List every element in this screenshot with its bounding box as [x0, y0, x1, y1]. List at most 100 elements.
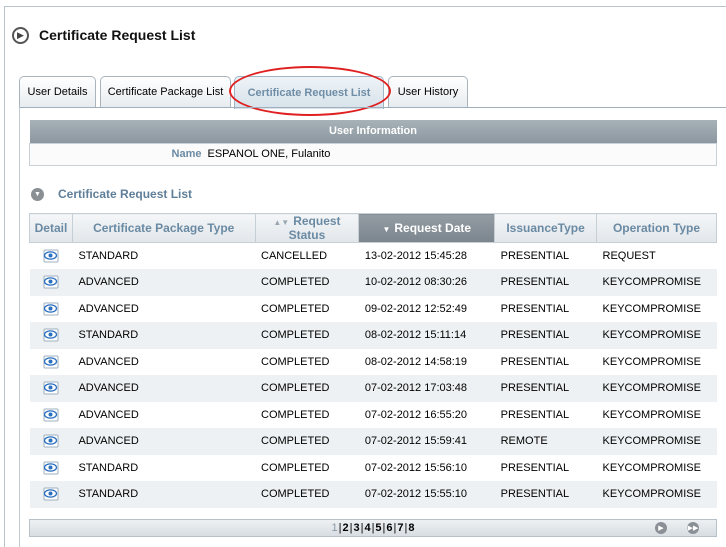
- detail-cell: [29, 322, 73, 349]
- operation-type-cell: KEYCOMPROMISE: [596, 481, 717, 508]
- eye-icon[interactable]: [43, 275, 59, 289]
- detail-cell: [30, 349, 73, 376]
- page-link-2[interactable]: 2: [341, 522, 349, 534]
- eye-icon[interactable]: [43, 381, 59, 395]
- column-request-date-label: Request Date: [394, 221, 472, 235]
- issuance-type-cell: PRESENTIAL: [500, 408, 570, 421]
- eye-icon[interactable]: [43, 408, 59, 422]
- request-date-cell: 10-02-2012 08:30:26: [358, 269, 495, 296]
- detail-cell: [30, 243, 73, 270]
- pagination-bar: 1|2|3|4|5|6|7|8 ▶ ▶▶: [29, 519, 717, 537]
- request-date-cell: 07-02-2012 15:55:10: [358, 481, 495, 508]
- detail-cell: [30, 455, 73, 482]
- tab-user-history[interactable]: User History: [388, 76, 468, 107]
- last-page-icon[interactable]: ▶▶: [687, 522, 699, 534]
- sort-desc-icon: ▼: [382, 225, 391, 234]
- issuance-type-cell: REMOTE: [494, 428, 597, 455]
- column-request-status[interactable]: ▲▼ Request Status: [254, 213, 360, 243]
- tab-certificate-request-list[interactable]: Certificate Request List: [234, 76, 384, 109]
- eye-icon[interactable]: [43, 355, 59, 369]
- page-links: 1|2|3|4|5|6|7|8: [30, 522, 716, 534]
- request-date-cell: 08-02-2012 15:11:14: [358, 322, 495, 349]
- request-status-cell: COMPLETED: [255, 269, 359, 296]
- request-date-cell: 07-02-2012 16:55:20: [364, 408, 468, 421]
- eye-icon[interactable]: [43, 461, 59, 475]
- page-link-4[interactable]: 4: [363, 522, 371, 534]
- detail-cell: [29, 481, 73, 508]
- circle-arrow-right-icon: ▶: [12, 26, 29, 44]
- table-row: ADVANCED COMPLETED 10-02-2012 08:30:26 PRES…: [29, 269, 717, 296]
- operation-type-cell: KEYCOMPROMISE: [602, 302, 701, 315]
- request-status-cell: COMPLETED: [255, 481, 359, 508]
- operation-type-cell: KEYCOMPROMISE: [602, 408, 701, 421]
- circle-arrow-down-icon[interactable]: ▼: [31, 187, 44, 201]
- table-row: ADVANCED COMPLETED 09-02-2012 12:52:49 PRES…: [30, 296, 717, 323]
- column-operation-type[interactable]: Operation Type: [596, 213, 717, 243]
- operation-type-cell: KEYCOMPROMISE: [596, 375, 717, 402]
- next-page-icon[interactable]: ▶: [655, 522, 667, 534]
- eye-icon[interactable]: [43, 328, 59, 342]
- issuance-type-cell: PRESENTIAL: [500, 461, 570, 474]
- request-status-cell: COMPLETED: [261, 302, 330, 315]
- issuance-type-cell: PRESENTIAL: [494, 322, 597, 349]
- package-type-cell: STANDARD: [78, 461, 139, 474]
- detail-cell: [30, 402, 73, 429]
- tab-content-left-border: [19, 107, 20, 547]
- detail-cell: [29, 375, 73, 402]
- tab-content-border: [19, 107, 726, 108]
- table-row: STANDARD COMPLETED 07-02-2012 15:56:10 PRES…: [30, 455, 717, 482]
- package-type-cell: ADVANCED: [78, 302, 139, 315]
- table-body: STANDARD CANCELLED 13-02-2012 15:45:28 PRES…: [29, 243, 717, 508]
- eye-icon[interactable]: [43, 249, 59, 263]
- request-status-cell: COMPLETED: [255, 428, 359, 455]
- section-title: Certificate Request List: [58, 187, 193, 201]
- issuance-type-cell: PRESENTIAL: [494, 481, 597, 508]
- request-date-cell: 13-02-2012 15:45:28: [364, 250, 468, 262]
- user-name-row: Name ESPANOL ONE, Fulanito: [29, 143, 717, 165]
- request-date-cell: 08-02-2012 14:58:19: [364, 355, 468, 368]
- page-link-7[interactable]: 7: [396, 522, 404, 534]
- table-row: STANDARD COMPLETED 07-02-2012 15:55:10 PRES…: [29, 481, 717, 508]
- tab-user-details[interactable]: User Details: [19, 76, 96, 107]
- page-link-6[interactable]: 6: [385, 522, 393, 534]
- operation-type-cell: KEYCOMPROMISE: [596, 322, 717, 349]
- column-detail: Detail: [29, 213, 73, 243]
- request-date-cell: 09-02-2012 12:52:49: [364, 302, 468, 315]
- column-issuance-type[interactable]: IssuanceType: [494, 213, 598, 243]
- user-information-header: User Information: [328, 125, 417, 138]
- issuance-type-cell: PRESENTIAL: [500, 302, 570, 315]
- name-label: Name: [171, 148, 202, 160]
- issuance-type-cell: PRESENTIAL: [500, 355, 570, 368]
- section-title-row: ▼ Certificate Request List: [31, 185, 192, 203]
- table-row: STANDARD CANCELLED 13-02-2012 15:45:28 PRES…: [30, 243, 717, 270]
- column-request-date[interactable]: ▼ Request Date: [358, 213, 496, 243]
- request-date-cell: 07-02-2012 15:56:10: [364, 461, 468, 474]
- package-type-cell: ADVANCED: [72, 269, 256, 296]
- column-certificate-package-type[interactable]: Certificate Package Type: [71, 213, 256, 243]
- table-row: ADVANCED COMPLETED 07-02-2012 15:59:41 REMO…: [29, 428, 717, 455]
- tab-certificate-package-list[interactable]: Certificate Package List: [100, 76, 231, 107]
- table-row: STANDARD COMPLETED 08-02-2012 15:11:14 PRES…: [29, 322, 717, 349]
- sort-both-icon: ▲▼: [273, 218, 290, 227]
- page-link-5[interactable]: 5: [374, 522, 382, 534]
- eye-icon[interactable]: [43, 434, 59, 448]
- table-row: ADVANCED COMPLETED 07-02-2012 17:03:48 PRES…: [29, 375, 717, 402]
- package-type-cell: STANDARD: [72, 322, 256, 349]
- request-status-cell: COMPLETED: [255, 375, 359, 402]
- detail-cell: [29, 269, 73, 296]
- user-information-header-row: User Information: [29, 120, 717, 143]
- name-value: ESPANOL ONE, Fulanito: [207, 148, 331, 160]
- page-link-1: 1: [331, 522, 338, 534]
- table-header-row: Detail Certificate Package Type ▲▼ Reques…: [29, 213, 717, 243]
- operation-type-cell: KEYCOMPROMISE: [596, 269, 717, 296]
- eye-icon[interactable]: [43, 487, 59, 501]
- operation-type-cell: REQUEST: [602, 250, 656, 262]
- issuance-type-cell: PRESENTIAL: [494, 375, 597, 402]
- certificate-request-table: Detail Certificate Package Type ▲▼ Reques…: [29, 213, 717, 508]
- page-link-3[interactable]: 3: [352, 522, 360, 534]
- eye-icon[interactable]: [43, 302, 59, 316]
- request-status-cell: COMPLETED: [255, 322, 359, 349]
- user-information-table: User Information Name ESPANOL ONE, Fulan…: [29, 120, 717, 166]
- page-link-8[interactable]: 8: [407, 522, 415, 534]
- column-request-status-label: Request Status: [288, 214, 341, 242]
